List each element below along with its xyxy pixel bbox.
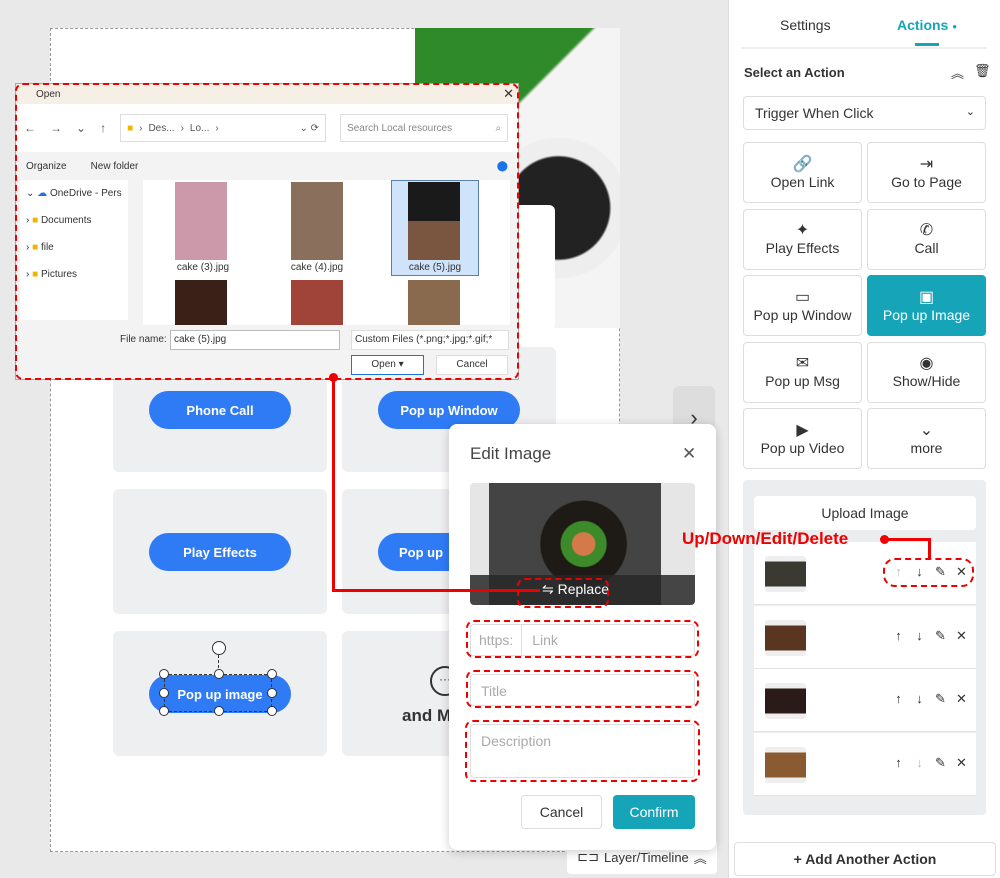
action-pop-up-video[interactable]: ▶ Pop up Video (743, 408, 862, 469)
sparkle-icon: ✦ (795, 222, 810, 239)
envelope-icon: ✉ (795, 355, 810, 372)
resize-handle[interactable] (267, 669, 277, 679)
link-icon: 🔗 (792, 155, 813, 173)
trash-icon[interactable]: 🗑 (974, 63, 991, 79)
dialog-title: Edit Image (470, 444, 552, 463)
image-thumbnail (765, 746, 806, 783)
arrow-down-icon[interactable]: ↓ (913, 755, 926, 771)
image-thumbnail (765, 556, 806, 592)
action-play-effects[interactable]: ✦ Play Effects (743, 208, 862, 270)
action-more[interactable]: ⌄ more (867, 408, 986, 469)
connector-line (332, 589, 540, 592)
phone-call-button[interactable]: Phone Call (149, 391, 291, 429)
chevron-up-icon: ︽ (693, 850, 707, 866)
action-label: Call (914, 240, 939, 256)
image-list-item: ↑ ↓ ✎ ✕ (754, 605, 976, 669)
action-label: more (910, 439, 943, 456)
more-text: and M (402, 706, 452, 725)
close-icon[interactable]: ✕ (682, 444, 696, 464)
image-thumbnail (765, 683, 806, 719)
resize-handle[interactable] (159, 688, 169, 698)
play-effects-button[interactable]: Play Effects (149, 533, 291, 571)
resize-handle[interactable] (159, 669, 169, 679)
action-show-hide[interactable]: ◉ Show/Hide (867, 341, 986, 403)
action-call[interactable]: ✆ Call (867, 208, 986, 270)
play-icon: ▶ (796, 421, 809, 439)
section-title: Select an Action (744, 65, 845, 80)
action-label: Pop up Image (882, 306, 971, 323)
arrow-up-icon[interactable]: ↑ (892, 628, 905, 644)
action-label: Pop up Window (753, 306, 852, 323)
confirm-button[interactable]: Confirm (613, 795, 695, 829)
tab-settings[interactable]: Settings (780, 17, 831, 33)
canvas-card: Pop up image (113, 631, 327, 756)
connector-line (928, 538, 931, 558)
phone-icon: ✆ (919, 222, 934, 239)
action-label: Go to Page (891, 173, 962, 190)
link-highlight (466, 620, 699, 658)
right-panel: Settings Actions ● Select an Action ︽ 🗑 … (728, 0, 1000, 878)
resize-handle[interactable] (214, 669, 224, 679)
canvas-card: Play Effects (113, 489, 327, 614)
action-label: Show/Hide (892, 373, 961, 389)
edit-icon[interactable]: ✎ (934, 755, 947, 771)
action-label: Open Link (770, 173, 835, 190)
active-tab-indicator (915, 43, 939, 46)
connector-dot (329, 373, 338, 382)
upload-image-button[interactable]: Upload Image (754, 496, 976, 530)
edit-image-dialog: Edit Image ✕ ⇋ Replace https: Link Title … (449, 424, 716, 850)
action-pop-up-window[interactable]: ▭ Pop up Window (743, 275, 862, 336)
rotate-handle[interactable] (212, 641, 226, 655)
title-highlight (466, 670, 699, 708)
eye-icon: ◉ (919, 355, 934, 372)
trigger-select[interactable]: Trigger When Click ⌄ (743, 96, 986, 130)
open-dialog-highlight (15, 83, 519, 380)
replace-highlight (517, 578, 609, 608)
action-label: Play Effects (765, 240, 840, 256)
image-thumbnail (765, 619, 806, 656)
connector-line (332, 376, 335, 592)
chevron-down-icon: ⌄ (965, 106, 975, 118)
action-pop-up-msg[interactable]: ✉ Pop up Msg (743, 341, 862, 403)
edit-icon[interactable]: ✎ (934, 691, 947, 707)
action-label: Pop up Video (760, 439, 845, 456)
resize-handle[interactable] (214, 706, 224, 716)
arrow-up-icon[interactable]: ↑ (892, 755, 905, 771)
cancel-button[interactable]: Cancel (521, 795, 602, 829)
resize-handle[interactable] (267, 706, 277, 716)
action-open-link[interactable]: 🔗 Open Link (743, 142, 862, 203)
action-pop-up-image[interactable]: ▣ Pop up Image (867, 275, 986, 336)
delete-icon[interactable]: ✕ (955, 691, 968, 707)
edit-icon[interactable]: ✎ (934, 628, 947, 644)
collapse-icon[interactable]: ︽ (951, 63, 964, 82)
arrow-down-icon[interactable]: ↓ (913, 628, 926, 644)
arrow-down-icon[interactable]: ↓ (913, 691, 926, 707)
connector-line (884, 538, 931, 541)
layer-icon: ⊏⊐ (577, 849, 599, 864)
enter-icon: ⇥ (919, 155, 934, 173)
annotation-label: Up/Down/Edit/Delete (682, 529, 849, 548)
add-another-action-button[interactable]: + Add Another Action (734, 842, 996, 876)
image-list-item: ↑ ↓ ✎ ✕ (754, 669, 976, 732)
resize-handle[interactable] (267, 688, 277, 698)
layer-label: Layer/Timeline (604, 849, 689, 865)
resize-handle[interactable] (159, 706, 169, 716)
image-list-item: ↑ ↓ ✎ ✕ (754, 732, 976, 796)
chevron-circle-icon: ⌄ (919, 421, 934, 439)
action-go-to-page[interactable]: ⇥ Go to Page (867, 142, 986, 203)
action-label: Pop up Msg (765, 373, 840, 389)
window-icon: ▭ (794, 288, 811, 306)
tab-actions[interactable]: Actions ● (897, 17, 957, 33)
delete-icon[interactable]: ✕ (955, 628, 968, 644)
divider (741, 47, 987, 49)
image-icon: ▣ (918, 288, 935, 306)
ops-highlight (883, 558, 974, 587)
delete-icon[interactable]: ✕ (955, 755, 968, 771)
arrow-up-icon[interactable]: ↑ (892, 691, 905, 707)
description-highlight (465, 720, 700, 782)
